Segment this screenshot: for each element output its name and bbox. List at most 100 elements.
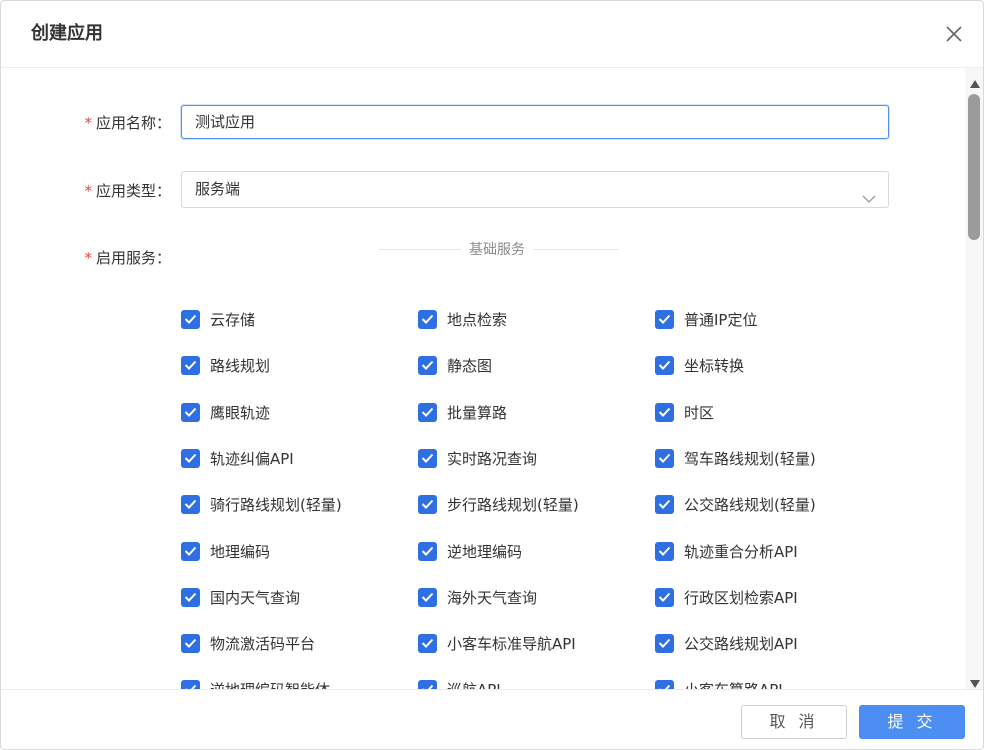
service-label: 批量算路 — [447, 403, 508, 422]
app-name-label: * 应用名称： — [61, 113, 171, 133]
checkbox-checked-icon[interactable] — [655, 448, 674, 468]
scroll-up-arrow-icon[interactable] — [969, 74, 981, 93]
service-label: 鹰眼轨迹 — [210, 403, 271, 422]
service-checkbox[interactable]: 批量算路 — [418, 401, 507, 423]
service-checkbox[interactable]: 逆地理编码智能体 — [181, 678, 330, 689]
service-label: 驾车路线规划(轻量) — [684, 449, 816, 468]
app-type-select[interactable]: 服务端 — [181, 171, 889, 208]
service-label: 物流激活码平台 — [210, 634, 316, 653]
service-label: 地点检索 — [447, 310, 508, 329]
service-label: 地理编码 — [210, 542, 271, 561]
service-checkbox[interactable]: 路线规划 — [181, 354, 270, 376]
service-label: 路线规划 — [210, 356, 271, 375]
checkbox-checked-icon[interactable] — [418, 679, 437, 689]
dialog-title: 创建应用 — [31, 23, 103, 44]
required-mark: * — [84, 114, 92, 132]
service-checkbox[interactable]: 时区 — [655, 401, 714, 423]
checkbox-checked-icon[interactable] — [655, 355, 674, 375]
service-label: 小客车算路API — [684, 679, 783, 690]
service-checkbox[interactable]: 轨迹纠偏API — [181, 447, 294, 469]
group-title: 基础服务 — [461, 241, 533, 259]
submit-button[interactable]: 提 交 — [859, 705, 965, 739]
service-checkbox[interactable]: 公交路线规划API — [655, 632, 798, 654]
service-checkbox[interactable]: 行政区划检索API — [655, 586, 798, 608]
dialog-footer: 取 消 提 交 — [1, 689, 983, 749]
service-label: 坐标转换 — [684, 356, 745, 375]
app-name-value: 测试应用 — [195, 113, 256, 131]
checkbox-checked-icon[interactable] — [181, 679, 200, 689]
checkbox-checked-icon[interactable] — [181, 402, 200, 422]
checkbox-checked-icon[interactable] — [655, 633, 674, 653]
service-label: 轨迹纠偏API — [210, 449, 294, 468]
app-type-value: 服务端 — [195, 180, 241, 198]
service-label: 巡航API — [447, 679, 501, 690]
checkbox-checked-icon[interactable] — [418, 309, 437, 329]
checkbox-checked-icon[interactable] — [418, 355, 437, 375]
service-label: 静态图 — [447, 356, 493, 375]
service-checkbox[interactable]: 地点检索 — [418, 308, 507, 330]
dialog-header: 创建应用 — [1, 1, 983, 68]
services-label-text: 启用服务： — [95, 249, 171, 267]
chevron-down-icon — [862, 182, 876, 203]
app-name-label-text: 应用名称： — [95, 114, 171, 132]
service-checkbox[interactable]: 轨迹重合分析API — [655, 540, 798, 562]
app-name-input[interactable]: 测试应用 — [181, 105, 889, 139]
checkbox-checked-icon[interactable] — [418, 402, 437, 422]
checkbox-checked-icon[interactable] — [181, 633, 200, 653]
create-app-dialog: 创建应用 * 应用名称： 测试应用 * 应用类型： 服务端 * 启用服务： 基础… — [0, 0, 984, 750]
service-label: 云存储 — [210, 310, 256, 329]
service-checkbox[interactable]: 鹰眼轨迹 — [181, 401, 270, 423]
checkbox-checked-icon[interactable] — [418, 587, 437, 607]
checkbox-checked-icon[interactable] — [655, 679, 674, 689]
service-label: 国内天气查询 — [210, 588, 301, 607]
checkbox-checked-icon[interactable] — [418, 494, 437, 514]
checkbox-checked-icon[interactable] — [655, 402, 674, 422]
service-label: 公交路线规划API — [684, 634, 798, 653]
service-checkbox[interactable]: 骑行路线规划(轻量) — [181, 493, 342, 515]
service-checkbox[interactable]: 小客车算路API — [655, 678, 783, 689]
checkbox-checked-icon[interactable] — [181, 494, 200, 514]
service-label: 步行路线规划(轻量) — [447, 495, 579, 514]
checkbox-checked-icon[interactable] — [181, 541, 200, 561]
app-type-label-text: 应用类型： — [95, 182, 171, 200]
checkbox-checked-icon[interactable] — [655, 587, 674, 607]
checkbox-checked-icon[interactable] — [181, 587, 200, 607]
service-checkbox[interactable]: 驾车路线规划(轻量) — [655, 447, 816, 469]
service-checkbox[interactable]: 海外天气查询 — [418, 586, 537, 608]
checkbox-checked-icon[interactable] — [655, 494, 674, 514]
cancel-button[interactable]: 取 消 — [741, 705, 847, 739]
close-icon[interactable] — [943, 23, 965, 45]
checkbox-checked-icon[interactable] — [181, 309, 200, 329]
service-label: 逆地理编码 — [447, 542, 523, 561]
service-checkbox[interactable]: 国内天气查询 — [181, 586, 300, 608]
scroll-thumb[interactable] — [968, 94, 980, 240]
service-checkbox[interactable]: 普通IP定位 — [655, 308, 757, 330]
service-checkbox[interactable]: 步行路线规划(轻量) — [418, 493, 579, 515]
checkbox-checked-icon[interactable] — [418, 448, 437, 468]
checkbox-checked-icon[interactable] — [418, 633, 437, 653]
service-label: 实时路况查询 — [447, 449, 538, 468]
service-label: 普通IP定位 — [684, 310, 758, 329]
service-checkbox[interactable]: 坐标转换 — [655, 354, 744, 376]
service-checkbox[interactable]: 公交路线规划(轻量) — [655, 493, 816, 515]
service-checkbox[interactable]: 逆地理编码 — [418, 540, 522, 562]
dialog-body: * 应用名称： 测试应用 * 应用类型： 服务端 * 启用服务： 基础服务 云存储 地点… — [1, 68, 983, 689]
service-checkbox[interactable]: 巡航API — [418, 678, 501, 689]
service-checkbox[interactable]: 静态图 — [418, 354, 492, 376]
checkbox-checked-icon[interactable] — [181, 355, 200, 375]
service-label: 骑行路线规划(轻量) — [210, 495, 342, 514]
checkbox-checked-icon[interactable] — [655, 541, 674, 561]
checkbox-checked-icon[interactable] — [181, 448, 200, 468]
scrollbar[interactable] — [965, 68, 983, 689]
service-checkbox[interactable]: 小客车标准导航API — [418, 632, 576, 654]
service-label: 逆地理编码智能体 — [210, 679, 330, 690]
checkbox-checked-icon[interactable] — [655, 309, 674, 329]
service-checkbox[interactable]: 云存储 — [181, 308, 255, 330]
required-mark: * — [84, 182, 92, 200]
service-checkbox[interactable]: 物流激活码平台 — [181, 632, 315, 654]
checkbox-checked-icon[interactable] — [418, 541, 437, 561]
service-checkbox[interactable]: 实时路况查询 — [418, 447, 537, 469]
service-label: 时区 — [684, 403, 715, 422]
required-mark: * — [84, 249, 92, 267]
service-checkbox[interactable]: 地理编码 — [181, 540, 270, 562]
